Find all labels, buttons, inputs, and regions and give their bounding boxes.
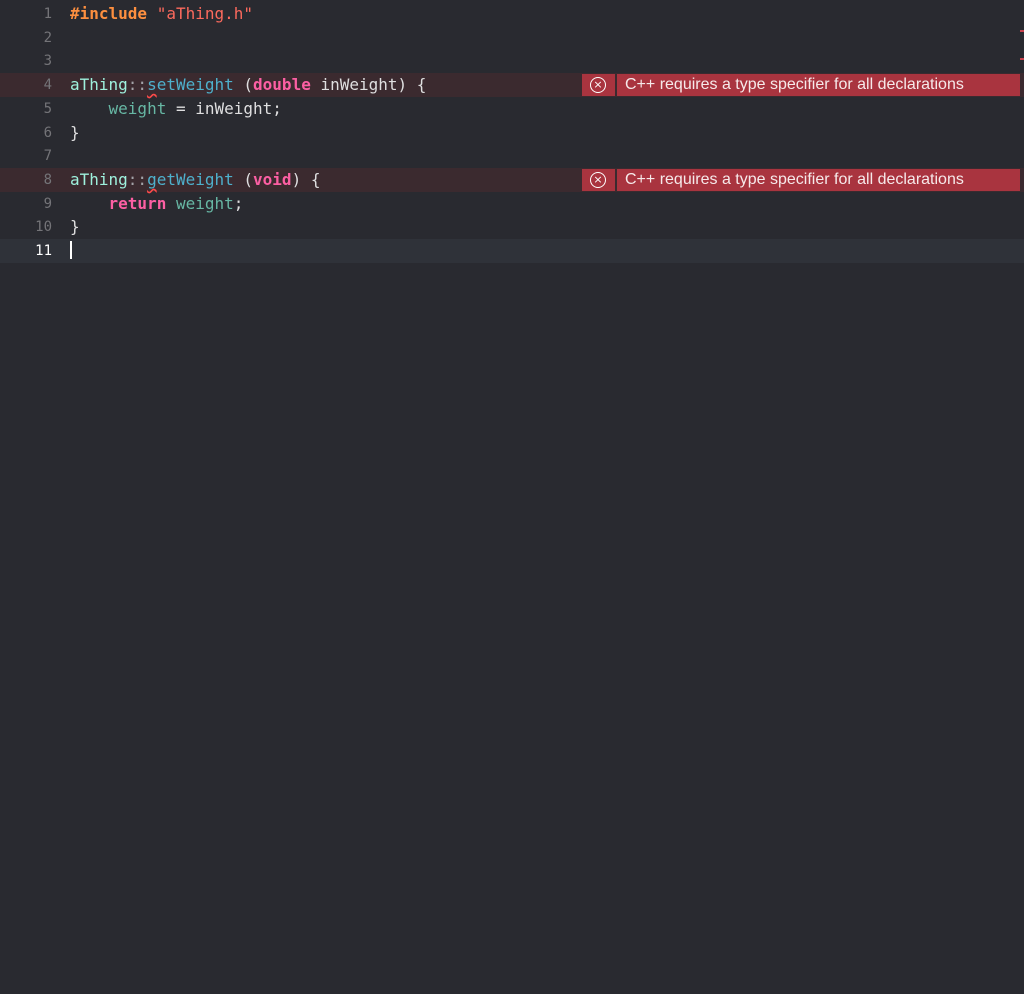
code-token: return — [108, 193, 167, 213]
code-token: double — [253, 75, 311, 95]
error-message: C++ requires a type specifier for all de… — [625, 170, 964, 188]
code-token: weight — [108, 98, 167, 118]
code-token: ; — [233, 193, 244, 213]
error-circle-x-icon: × — [590, 171, 606, 188]
line-number: 7 — [43, 148, 52, 165]
error-annotation[interactable]: × C++ requires a type specifier for all d… — [582, 74, 1020, 97]
line-code[interactable]: aThing::getWeight (void) { — [70, 168, 320, 192]
line-number: 5 — [43, 100, 52, 117]
code-token: etWeight — [156, 75, 234, 95]
error-icon-button[interactable]: × — [582, 168, 615, 191]
line-code[interactable]: return weight; — [70, 192, 244, 216]
code-token: = inWeight; — [166, 98, 282, 118]
line-code[interactable]: } — [70, 121, 80, 145]
code-line[interactable]: 2 — [0, 26, 1024, 50]
line-code[interactable]: #include "aThing.h" — [70, 2, 253, 26]
code-line[interactable]: 3 — [0, 49, 1024, 73]
code-token: } — [70, 217, 80, 237]
code-token: ( — [233, 169, 254, 189]
code-token: ) { — [291, 169, 321, 189]
code-token: :: — [127, 75, 148, 95]
code-editor[interactable]: 1 #include "aThing.h" 2 3 4 aThing::setWeight… — [0, 0, 1024, 994]
text-cursor — [70, 241, 72, 259]
error-circle-x-icon: × — [590, 77, 606, 94]
error-squiggle-token: g — [147, 169, 157, 189]
code-line[interactable]: 1 #include "aThing.h" — [0, 2, 1024, 26]
code-token: :: — [127, 169, 148, 189]
line-code[interactable]: } — [70, 215, 80, 239]
line-code[interactable]: weight = inWeight; — [70, 97, 282, 121]
error-icon-button[interactable]: × — [582, 74, 615, 97]
line-number: 8 — [43, 171, 52, 188]
code-token: etWeight — [156, 169, 234, 189]
code-token: } — [70, 122, 80, 142]
code-line[interactable]: 10} — [0, 215, 1024, 239]
error-message: C++ requires a type specifier for all de… — [625, 76, 964, 94]
code-token: void — [253, 169, 292, 189]
code-token: ( — [233, 75, 254, 95]
error-annotation[interactable]: × C++ requires a type specifier for all d… — [582, 168, 1020, 191]
code-line[interactable]: 6} — [0, 121, 1024, 145]
line-code[interactable]: aThing::setWeight (double inWeight) { — [70, 73, 426, 97]
code-line-current[interactable]: 11 — [0, 239, 1024, 263]
code-line[interactable]: 9 return weight; — [0, 192, 1024, 216]
line-number: 3 — [43, 53, 52, 70]
line-number: 10 — [35, 219, 52, 236]
line-code[interactable] — [70, 239, 72, 263]
line-number: 1 — [43, 6, 52, 22]
code-line[interactable]: 7 — [0, 144, 1024, 168]
code-token: aThing — [70, 75, 128, 95]
error-message-box[interactable]: C++ requires a type specifier for all de… — [617, 74, 1020, 97]
line-number: 6 — [43, 124, 52, 141]
line-number: 9 — [43, 195, 52, 212]
line-number: 11 — [35, 243, 52, 259]
error-message-box[interactable]: C++ requires a type specifier for all de… — [617, 168, 1020, 191]
code-token: inWeight) { — [310, 75, 427, 95]
code-token: aThing — [70, 169, 128, 189]
code-line-error[interactable]: 8 aThing::getWeight (void) { × C++ requires… — [0, 167, 1024, 192]
line-number: 4 — [43, 77, 52, 94]
code-token: weight — [175, 193, 234, 213]
code-token: #include — [70, 4, 148, 23]
line-number: 2 — [43, 29, 52, 46]
code-line[interactable]: 5 weight = inWeight; — [0, 97, 1024, 121]
error-squiggle-token: s — [147, 75, 157, 95]
code-token: "aThing.h" — [156, 4, 254, 23]
code-line-error[interactable]: 4 aThing::setWeight (double inWeight) { × C… — [0, 73, 1024, 98]
